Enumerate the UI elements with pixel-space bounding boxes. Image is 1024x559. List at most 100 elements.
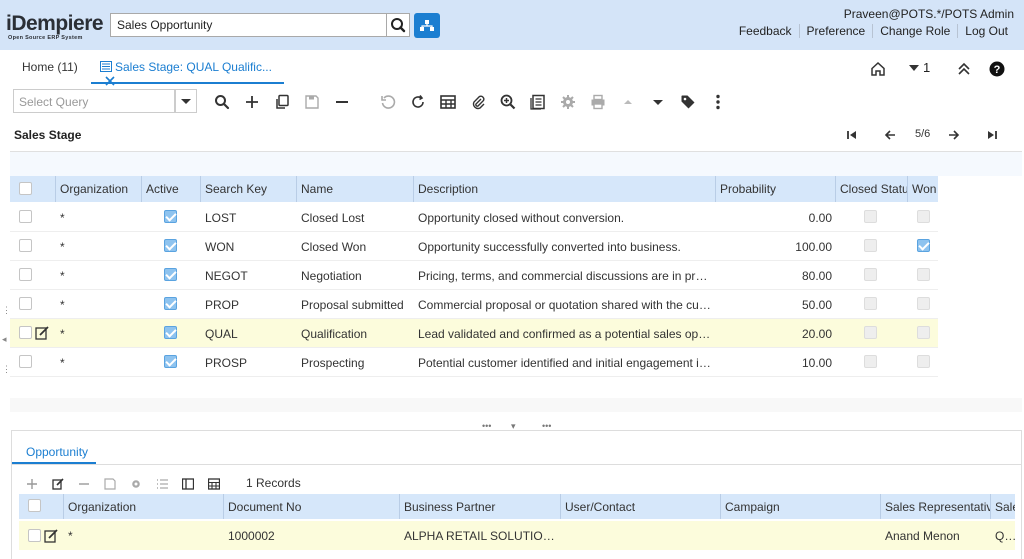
column-header-closed-status[interactable]: Closed Status [836,176,908,202]
feedback-link[interactable]: Feedback [732,24,799,38]
cell-probability[interactable]: 0.00 [716,203,836,232]
home-icon[interactable] [869,60,887,78]
cell-probability[interactable]: 20.00 [716,319,836,348]
cell-organization[interactable]: * [56,261,142,290]
cell-probability[interactable]: 100.00 [716,232,836,261]
copy-icon[interactable] [274,94,290,110]
table-row[interactable]: * LOST Closed Lost Opportunity closed witho… [10,203,938,232]
collapse-header-icon[interactable] [955,60,973,78]
row-checkbox[interactable] [28,529,41,542]
active-checkbox[interactable] [164,239,177,252]
active-checkbox[interactable] [164,297,177,310]
report-icon[interactable] [530,94,546,110]
detail-grid-toggle-icon[interactable] [208,478,220,490]
search-icon[interactable] [214,94,230,110]
cell-organization[interactable]: * [56,203,142,232]
detail-list-icon[interactable] [156,478,168,490]
menu-tree-button[interactable] [414,13,440,38]
row-checkbox[interactable] [19,355,32,368]
detail-column-organization[interactable]: Organization [64,494,224,519]
table-row[interactable]: * QUAL Qualification Lead validated and con… [10,319,938,348]
column-header-active[interactable]: Active [142,176,201,202]
cell-organization[interactable]: * [56,348,142,377]
active-checkbox[interactable] [164,355,177,368]
idempiere-logo[interactable]: iDempiere Open Source ERP System [6,13,104,42]
tab-opportunity[interactable]: Opportunity [26,445,88,459]
global-search-input[interactable]: Sales Opportunity [110,13,387,37]
row-checkbox[interactable] [19,268,32,281]
detail-column-business-partner[interactable]: Business Partner [400,494,561,519]
cell-name[interactable]: Closed Won [297,232,414,261]
cell-organization[interactable]: * [56,290,142,319]
print-icon[interactable] [590,94,606,110]
next-record-icon[interactable] [948,129,960,141]
cell-search-key[interactable]: NEGOT [201,261,297,290]
cell-probability[interactable]: 10.00 [716,348,836,377]
table-row[interactable]: * NEGOT Negotiation Pricing, terms, and com… [10,261,938,290]
table-row[interactable]: * 1000002 ALPHA RETAIL SOLUTIONS Anand M… [19,521,1015,550]
cell-probability[interactable]: 80.00 [716,261,836,290]
save-icon[interactable] [304,94,320,110]
collapse-left-icon[interactable]: ◂ [2,334,7,345]
detail-edit-icon[interactable] [52,478,64,490]
cell-description[interactable]: Commercial proposal or quotation shared … [414,290,716,319]
cell-organization[interactable]: * [56,232,142,261]
cell-name[interactable]: Proposal submitted [297,290,414,319]
cell-name[interactable]: Qualification [297,319,414,348]
row-checkbox[interactable] [19,326,32,339]
detail-select-all-checkbox[interactable] [28,499,41,512]
column-header-name[interactable]: Name [297,176,414,202]
select-query-input[interactable]: Select Query [13,89,175,113]
cell-campaign[interactable] [721,521,881,550]
cell-organization[interactable]: * [64,521,224,550]
delete-icon[interactable] [334,94,350,110]
zoom-across-icon[interactable] [500,94,516,110]
cell-description[interactable]: Lead validated and confirmed as a potent… [414,319,716,348]
cell-business-partner[interactable]: ALPHA RETAIL SOLUTIONS [400,521,561,550]
attachment-icon[interactable] [470,94,486,110]
row-checkbox[interactable] [19,297,32,310]
table-row[interactable]: * PROP Proposal submitted Commercial propos… [10,290,938,319]
cell-search-key[interactable]: WON [201,232,297,261]
cell-user-contact[interactable] [561,521,721,550]
new-record-icon[interactable] [244,94,260,110]
cell-probability[interactable]: 50.00 [716,290,836,319]
detail-new-icon[interactable] [26,478,38,490]
cell-sale[interactable]: Qua [991,521,1015,550]
detail-column-sales-representative[interactable]: Sales Representative [881,494,991,519]
cell-organization[interactable]: * [56,319,142,348]
row-checkbox[interactable] [19,210,32,223]
column-header-won[interactable]: Won [908,176,938,202]
cell-description[interactable]: Pricing, terms, and commercial discussio… [414,261,716,290]
active-checkbox[interactable] [164,268,177,281]
cell-name[interactable]: Closed Lost [297,203,414,232]
logout-link[interactable]: Log Out [957,24,1015,38]
detail-column-campaign[interactable]: Campaign [721,494,881,519]
last-record-icon[interactable] [986,129,998,141]
refresh-icon[interactable] [410,94,426,110]
first-record-icon[interactable] [846,129,858,141]
tag-icon[interactable] [680,94,696,110]
cell-search-key[interactable]: PROSP [201,348,297,377]
edit-row-icon[interactable] [44,529,58,543]
cell-name[interactable]: Prospecting [297,348,414,377]
table-row[interactable]: * PROSP Prospecting Potential customer iden… [10,348,938,377]
column-header-description[interactable]: Description [414,176,716,202]
process-gear-icon[interactable] [560,94,576,110]
detail-form-toggle-icon[interactable] [182,478,194,490]
user-info[interactable]: Praveen@POTS.*/POTS Admin [844,7,1014,21]
previous-record-icon[interactable] [884,129,896,141]
detail-record-icon[interactable] [650,94,666,110]
parent-record-icon[interactable] [620,94,636,110]
preference-link[interactable]: Preference [798,24,873,38]
change-role-link[interactable]: Change Role [872,24,957,38]
column-header-search-key[interactable]: Search Key [201,176,297,202]
detail-process-icon[interactable] [130,478,142,490]
collapse-handle-icon[interactable]: ⋮ [2,364,11,375]
tab-home[interactable]: Home (11) [22,60,78,74]
select-all-checkbox[interactable] [19,182,32,195]
active-checkbox[interactable] [164,326,177,339]
cell-name[interactable]: Negotiation [297,261,414,290]
detail-delete-icon[interactable] [78,478,90,490]
close-tab-icon[interactable] [105,76,115,86]
